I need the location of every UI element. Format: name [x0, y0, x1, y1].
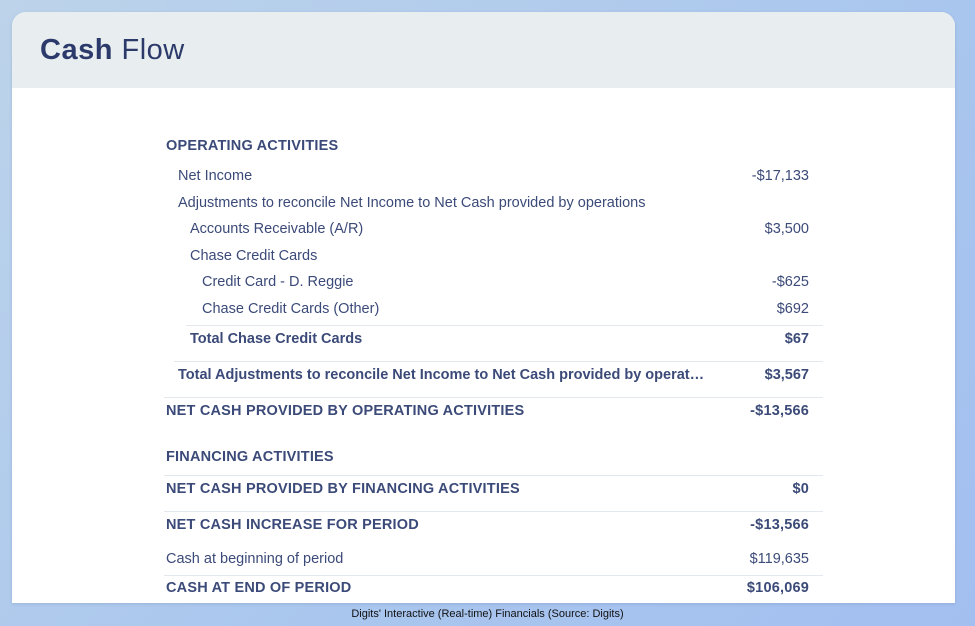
row-total-adjustments[interactable]: Total Adjustments to reconcile Net Incom…	[164, 367, 823, 383]
row-label: NET CASH PROVIDED BY FINANCING ACTIVITIE…	[166, 481, 520, 497]
row-label: Chase Credit Cards	[190, 248, 318, 264]
row-label: NET CASH PROVIDED BY OPERATING ACTIVITIE…	[166, 403, 525, 419]
card-header: Cash Flow	[12, 12, 955, 88]
row-chase-heading: Chase Credit Cards	[164, 248, 823, 264]
divider	[164, 475, 823, 476]
row-cash-beginning[interactable]: Cash at beginning of period $119,635	[164, 551, 823, 567]
row-value: $692	[776, 301, 809, 317]
page-title-bold: Cash	[40, 33, 113, 66]
row-accounts-receivable[interactable]: Accounts Receivable (A/R) $3,500	[164, 221, 823, 237]
row-label: Adjustments to reconcile Net Income to N…	[178, 195, 646, 211]
row-chase-other[interactable]: Chase Credit Cards (Other) $692	[164, 301, 823, 317]
divider	[164, 511, 823, 512]
row-total-chase[interactable]: Total Chase Credit Cards $67	[164, 331, 823, 347]
row-value: -$17,133	[751, 168, 809, 184]
row-label: CASH AT END OF PERIOD	[166, 580, 352, 596]
row-cash-end[interactable]: CASH AT END OF PERIOD $106,069	[164, 580, 823, 596]
row-value: -$625	[771, 274, 809, 290]
row-value: $0	[792, 481, 809, 497]
row-credit-card-reggie[interactable]: Credit Card - D. Reggie -$625	[164, 274, 823, 290]
divider	[186, 325, 823, 326]
row-label: Accounts Receivable (A/R)	[190, 221, 364, 237]
section-heading-operating: OPERATING ACTIVITIES	[164, 138, 823, 154]
row-label: Credit Card - D. Reggie	[202, 274, 354, 290]
divider	[164, 397, 823, 398]
row-net-income[interactable]: Net Income -$17,133	[164, 168, 823, 184]
image-caption: Digits' Interactive (Real-time) Financia…	[351, 608, 624, 620]
row-label: Net Income	[178, 168, 253, 184]
row-label: NET CASH INCREASE FOR PERIOD	[166, 517, 419, 533]
row-value: -$13,566	[750, 517, 809, 533]
row-value: $106,069	[746, 580, 809, 596]
section-heading-financing: FINANCING ACTIVITIES	[164, 449, 823, 465]
row-value: $3,500	[764, 221, 809, 237]
page-title-light: Flow	[121, 33, 185, 66]
divider	[164, 575, 823, 576]
row-net-cash-financing[interactable]: NET CASH PROVIDED BY FINANCING ACTIVITIE…	[164, 481, 823, 497]
page-title: Cash Flow	[40, 34, 185, 67]
row-label: Total Chase Credit Cards	[190, 331, 363, 347]
row-value: $3,567	[764, 367, 809, 383]
row-label: FINANCING ACTIVITIES	[166, 449, 334, 465]
row-net-cash-increase[interactable]: NET CASH INCREASE FOR PERIOD -$13,566	[164, 517, 823, 533]
divider	[174, 361, 823, 362]
row-label: OPERATING ACTIVITIES	[166, 138, 339, 154]
row-value: $67	[784, 331, 809, 347]
row-adjustments-heading: Adjustments to reconcile Net Income to N…	[164, 195, 823, 211]
row-label: Chase Credit Cards (Other)	[202, 301, 380, 317]
row-value: -$13,566	[750, 403, 809, 419]
row-net-cash-operating[interactable]: NET CASH PROVIDED BY OPERATING ACTIVITIE…	[164, 403, 823, 419]
row-label: Total Adjustments to reconcile Net Incom…	[178, 367, 705, 383]
row-value: $119,635	[749, 551, 809, 567]
row-label: Cash at beginning of period	[166, 551, 344, 567]
